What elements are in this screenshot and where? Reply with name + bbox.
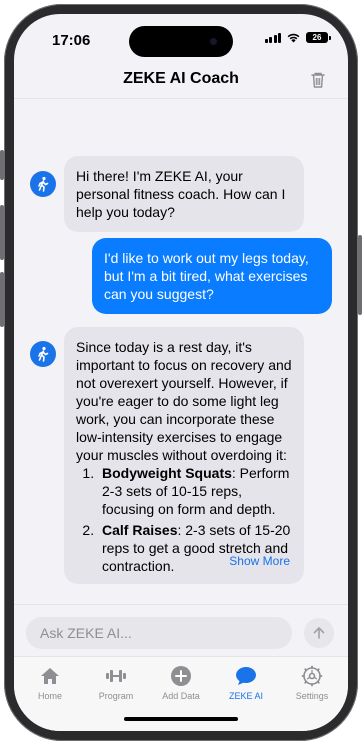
exercise-title: Bodyweight Squats — [102, 465, 232, 481]
walking-person-icon — [38, 176, 49, 192]
dynamic-island — [129, 26, 233, 57]
cellular-signal-icon — [264, 32, 281, 43]
tab-label: Home — [37, 691, 62, 701]
user-message: I'd like to work out my legs today, but … — [92, 238, 332, 314]
chat-bubble-icon — [236, 667, 256, 685]
header: ZEKE AI Coach — [14, 64, 348, 99]
tab-settings[interactable]: Settings — [282, 665, 342, 701]
wifi-icon — [287, 33, 300, 43]
home-indicator — [124, 717, 238, 721]
message-text: Hi there! I'm ZEKE AI, your personal fit… — [76, 168, 286, 220]
message-input[interactable] — [26, 617, 292, 649]
dumbbell-icon — [106, 670, 126, 682]
battery-icon: 26 — [306, 32, 331, 43]
show-more-link[interactable]: Show More — [229, 552, 290, 570]
battery-level: 26 — [312, 33, 322, 42]
power-button — [358, 235, 362, 315]
tab-label: Program — [98, 691, 134, 701]
exercise-title: Calf Raises — [102, 522, 178, 538]
bot-message: Hi there! I'm ZEKE AI, your personal fit… — [64, 156, 304, 232]
message-text: Since today is a rest day, it's importan… — [76, 339, 292, 463]
send-button[interactable] — [304, 618, 334, 648]
gear-icon — [301, 665, 323, 687]
message-text: I'd like to work out my legs today, but … — [104, 250, 309, 302]
tab-add-data[interactable]: Add Data — [151, 665, 211, 701]
status-icons: 26 — [264, 32, 331, 43]
tab-zeke-ai[interactable]: ZEKE AI — [216, 665, 276, 701]
tab-label: Settings — [295, 691, 329, 701]
plus-circle-icon — [171, 666, 191, 686]
phone-frame: 17:06 26 ZEKE AI Coach Hi there! I'm ZEK… — [0, 0, 362, 745]
arrow-up-icon — [313, 627, 325, 639]
camera-icon — [210, 38, 217, 45]
tab-bar: Home Program Add Data ZEKE AI Settings — [14, 656, 348, 731]
list-item: Bodyweight Squats: Perform 2-3 sets of 1… — [98, 464, 292, 518]
tab-label: ZEKE AI — [228, 691, 263, 701]
walking-person-icon — [38, 346, 49, 362]
trash-icon[interactable] — [308, 70, 328, 90]
bot-message: Since today is a rest day, it's importan… — [64, 327, 304, 584]
page-title: ZEKE AI Coach — [123, 70, 239, 87]
status-time: 17:06 — [52, 32, 91, 49]
composer — [14, 604, 348, 657]
house-icon — [41, 668, 59, 684]
tab-label: Add Data — [162, 691, 200, 701]
bot-avatar — [30, 341, 56, 367]
tab-home[interactable]: Home — [20, 665, 80, 701]
chat-thread[interactable]: Hi there! I'm ZEKE AI, your personal fit… — [14, 99, 348, 604]
bot-avatar — [30, 171, 56, 197]
tab-program[interactable]: Program — [86, 665, 146, 701]
screen: 17:06 26 ZEKE AI Coach Hi there! I'm ZEK… — [14, 14, 348, 731]
